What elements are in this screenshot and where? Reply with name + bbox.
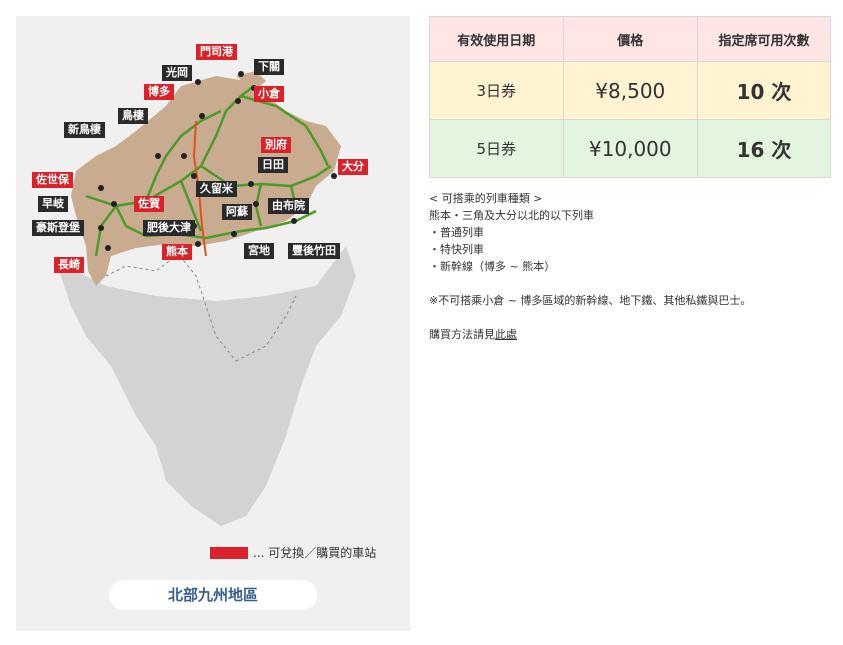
southern-kyushu-land xyxy=(56,246,356,526)
table-header-row: 有效使用日期 價格 指定席可用次數 xyxy=(429,16,831,62)
cell-days: 5日券 xyxy=(429,119,564,178)
station-label-saga: 佐賀 xyxy=(134,196,164,212)
station-label-beppu: 別府 xyxy=(261,137,291,153)
cell-price: ¥8,500 xyxy=(562,61,699,120)
region-label: 北部九州地區 xyxy=(109,580,317,610)
cell-price: ¥10,000 xyxy=(562,119,699,178)
kyushu-map xyxy=(56,71,356,526)
station-label-shimonoseki: 下關 xyxy=(254,59,284,75)
station-label-nagasaki: 長崎 xyxy=(54,257,84,273)
map-panel: 門司港 光岡 下關 博多 小倉 鳥棲 新鳥棲 別府 日田 大分 佐世保 久留米 … xyxy=(16,16,410,631)
purchase-link[interactable]: 此處 xyxy=(495,328,517,341)
notes-section: < 可搭乘的列車種類 > 熊本・三角及大分以北的以下列車 ・普通列車 ・特快列車… xyxy=(429,190,839,343)
legend-swatch xyxy=(210,546,248,559)
station-label-mojiko: 門司港 xyxy=(196,44,237,60)
cell-seats: 16 次 xyxy=(697,119,831,178)
station-label-bungotaketa: 豐後竹田 xyxy=(288,243,340,259)
header-validity: 有效使用日期 xyxy=(429,16,564,62)
station-label-kouno: 光岡 xyxy=(162,65,192,81)
cell-days: 3日券 xyxy=(429,61,564,120)
station-label-yufuin: 由布院 xyxy=(268,198,309,214)
station-label-shintosu: 新鳥棲 xyxy=(64,122,105,138)
station-label-sasebo: 佐世保 xyxy=(32,172,73,188)
station-label-haiki: 早岐 xyxy=(38,196,68,212)
list-item: ・特快列車 xyxy=(429,243,484,256)
purchase-line: 購買方法請見此處 xyxy=(429,326,839,343)
price-table: 有效使用日期 價格 指定席可用次數 3日券 ¥8,500 10 次 5日券 ¥1… xyxy=(429,16,831,178)
station-label-kokura: 小倉 xyxy=(254,86,284,102)
map-legend: ... 可兌換／購買的車站 xyxy=(210,544,376,561)
station-label-kumamoto: 熊本 xyxy=(162,244,192,260)
header-price: 價格 xyxy=(562,16,699,62)
train-types-title: < 可搭乘的列車種類 > xyxy=(429,192,543,205)
station-label-higoozu: 肥後大津 xyxy=(143,220,195,236)
station-label-kurume: 久留米 xyxy=(196,181,237,197)
station-label-hakata: 博多 xyxy=(144,84,174,100)
station-label-aso: 阿蘇 xyxy=(222,204,252,220)
station-label-miyaji: 宮地 xyxy=(244,243,274,259)
station-label-hita: 日田 xyxy=(258,157,288,173)
header-reserved-seats: 指定席可用次數 xyxy=(697,16,831,62)
station-label-oita: 大分 xyxy=(338,159,368,175)
list-item: ・普通列車 xyxy=(429,226,484,239)
legend-text: ... 可兌換／購買的車站 xyxy=(253,546,377,560)
station-label-huistenbosch: 豪斯登堡 xyxy=(32,220,84,236)
cell-seats: 10 次 xyxy=(697,61,831,120)
purchase-prefix: 購買方法請見 xyxy=(429,328,495,341)
area-line: 熊本・三角及大分以北的以下列車 xyxy=(429,209,594,222)
warning-note: ※不可搭乘小倉 ~ 博多區域的新幹線、地下鐵、其他私鐵與巴士。 xyxy=(429,294,752,307)
table-row: 3日券 ¥8,500 10 次 xyxy=(429,61,831,120)
table-row: 5日券 ¥10,000 16 次 xyxy=(429,119,831,178)
list-item: ・新幹線（博多 ~ 熊本） xyxy=(429,260,556,273)
station-label-tosu: 鳥棲 xyxy=(118,108,148,124)
